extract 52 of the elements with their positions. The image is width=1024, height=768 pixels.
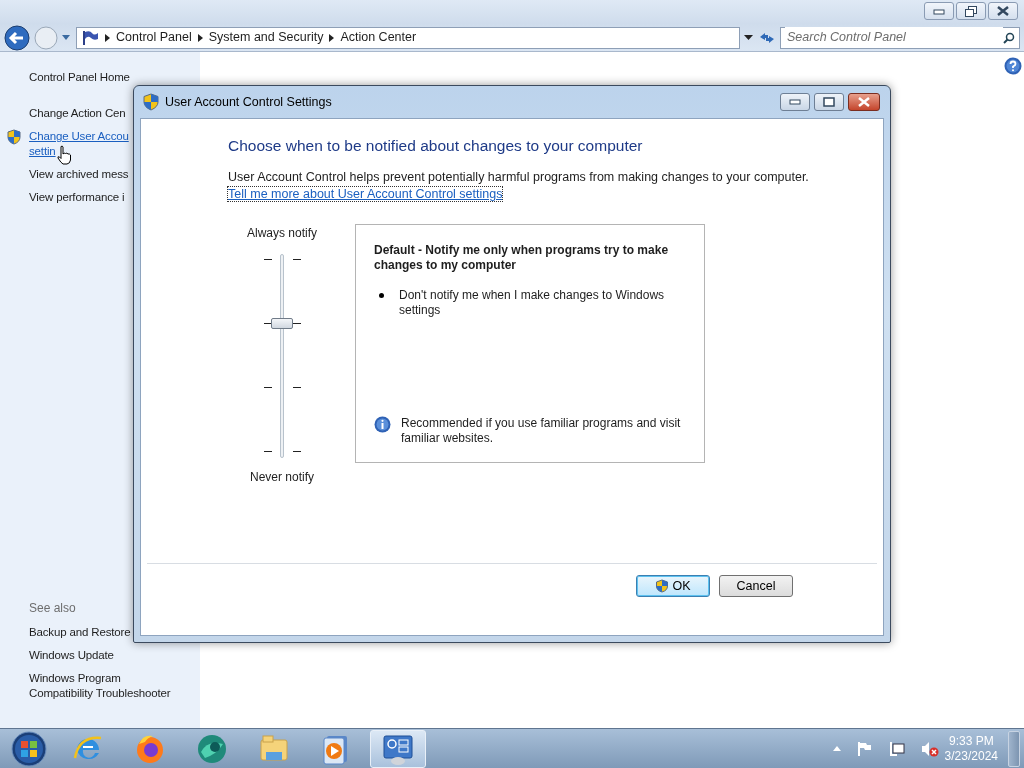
back-button[interactable] bbox=[4, 24, 30, 51]
sidebar-link[interactable]: Windows Update bbox=[29, 648, 200, 663]
dialog-title: User Account Control Settings bbox=[165, 93, 332, 111]
restore-button[interactable] bbox=[956, 2, 986, 20]
slider-label: Never notify bbox=[250, 468, 314, 486]
help-link[interactable]: Tell me more about User Account Control settings bbox=[228, 186, 503, 201]
shield-icon bbox=[142, 93, 160, 111]
maximize-icon bbox=[823, 97, 835, 107]
speaker-muted-icon[interactable] bbox=[920, 740, 939, 757]
history-dropdown[interactable] bbox=[62, 34, 70, 41]
close-icon bbox=[858, 97, 870, 107]
breadcrumb-item[interactable]: Action Center bbox=[340, 28, 417, 47]
close-button[interactable] bbox=[988, 2, 1018, 20]
shield-icon bbox=[6, 129, 22, 145]
description-text: User Account Control helps prevent potentially harmful programs from making changes to your computer. bbox=[228, 169, 810, 185]
bullet-icon bbox=[379, 292, 384, 298]
cancel-button[interactable]: Cancel bbox=[719, 575, 793, 597]
minimize-icon bbox=[933, 7, 945, 15]
maximize-button[interactable] bbox=[814, 93, 844, 111]
search-icon bbox=[1003, 31, 1015, 44]
flag-icon[interactable] bbox=[856, 740, 873, 757]
minimize-icon bbox=[789, 99, 801, 105]
taskbar-button[interactable] bbox=[370, 729, 426, 768]
slider-thumb[interactable] bbox=[271, 317, 293, 329]
close-icon bbox=[997, 6, 1009, 16]
chevron-icon bbox=[197, 33, 203, 42]
note-text: Recommended if you use familiar programs and visit familiar websites. bbox=[401, 415, 682, 446]
chevron-icon bbox=[105, 33, 110, 42]
info-icon bbox=[374, 415, 391, 433]
minimize-button[interactable] bbox=[780, 93, 810, 111]
breadcrumb-item[interactable]: System and Security bbox=[208, 28, 324, 47]
network-icon[interactable] bbox=[888, 740, 905, 757]
dialog-heading: Choose when to be notified about changes to your computer bbox=[228, 137, 644, 156]
panel-title: Default - Notify me only when programs try to make changes to my computer bbox=[374, 242, 670, 273]
show-hidden-icons-icon[interactable] bbox=[832, 745, 841, 752]
bullet-text: Don't notify me when I make changes to Windows settings bbox=[399, 287, 666, 318]
address-field[interactable]: Control Panel System and Security Action Center bbox=[76, 26, 740, 49]
restore-icon bbox=[965, 5, 977, 17]
breadcrumb-item[interactable]: Control Panel bbox=[116, 28, 192, 47]
hand-cursor-icon bbox=[56, 145, 72, 165]
close-button[interactable] bbox=[848, 93, 880, 111]
flag-icon bbox=[81, 29, 99, 46]
section-label: See also bbox=[29, 600, 77, 617]
slider-label: Always notify bbox=[247, 224, 317, 242]
shield-icon bbox=[655, 579, 670, 593]
help-icon[interactable] bbox=[1004, 57, 1022, 75]
sidebar-link[interactable]: Windows Program Compatibility Troubleshooter bbox=[29, 671, 200, 701]
chevron-icon bbox=[329, 33, 335, 42]
ok-button[interactable]: OK bbox=[636, 575, 710, 597]
search-field[interactable]: Search Control Panel bbox=[780, 26, 1020, 49]
dropdown-button[interactable] bbox=[744, 34, 754, 41]
sidebar-link[interactable]: Control Panel Home bbox=[29, 70, 200, 85]
